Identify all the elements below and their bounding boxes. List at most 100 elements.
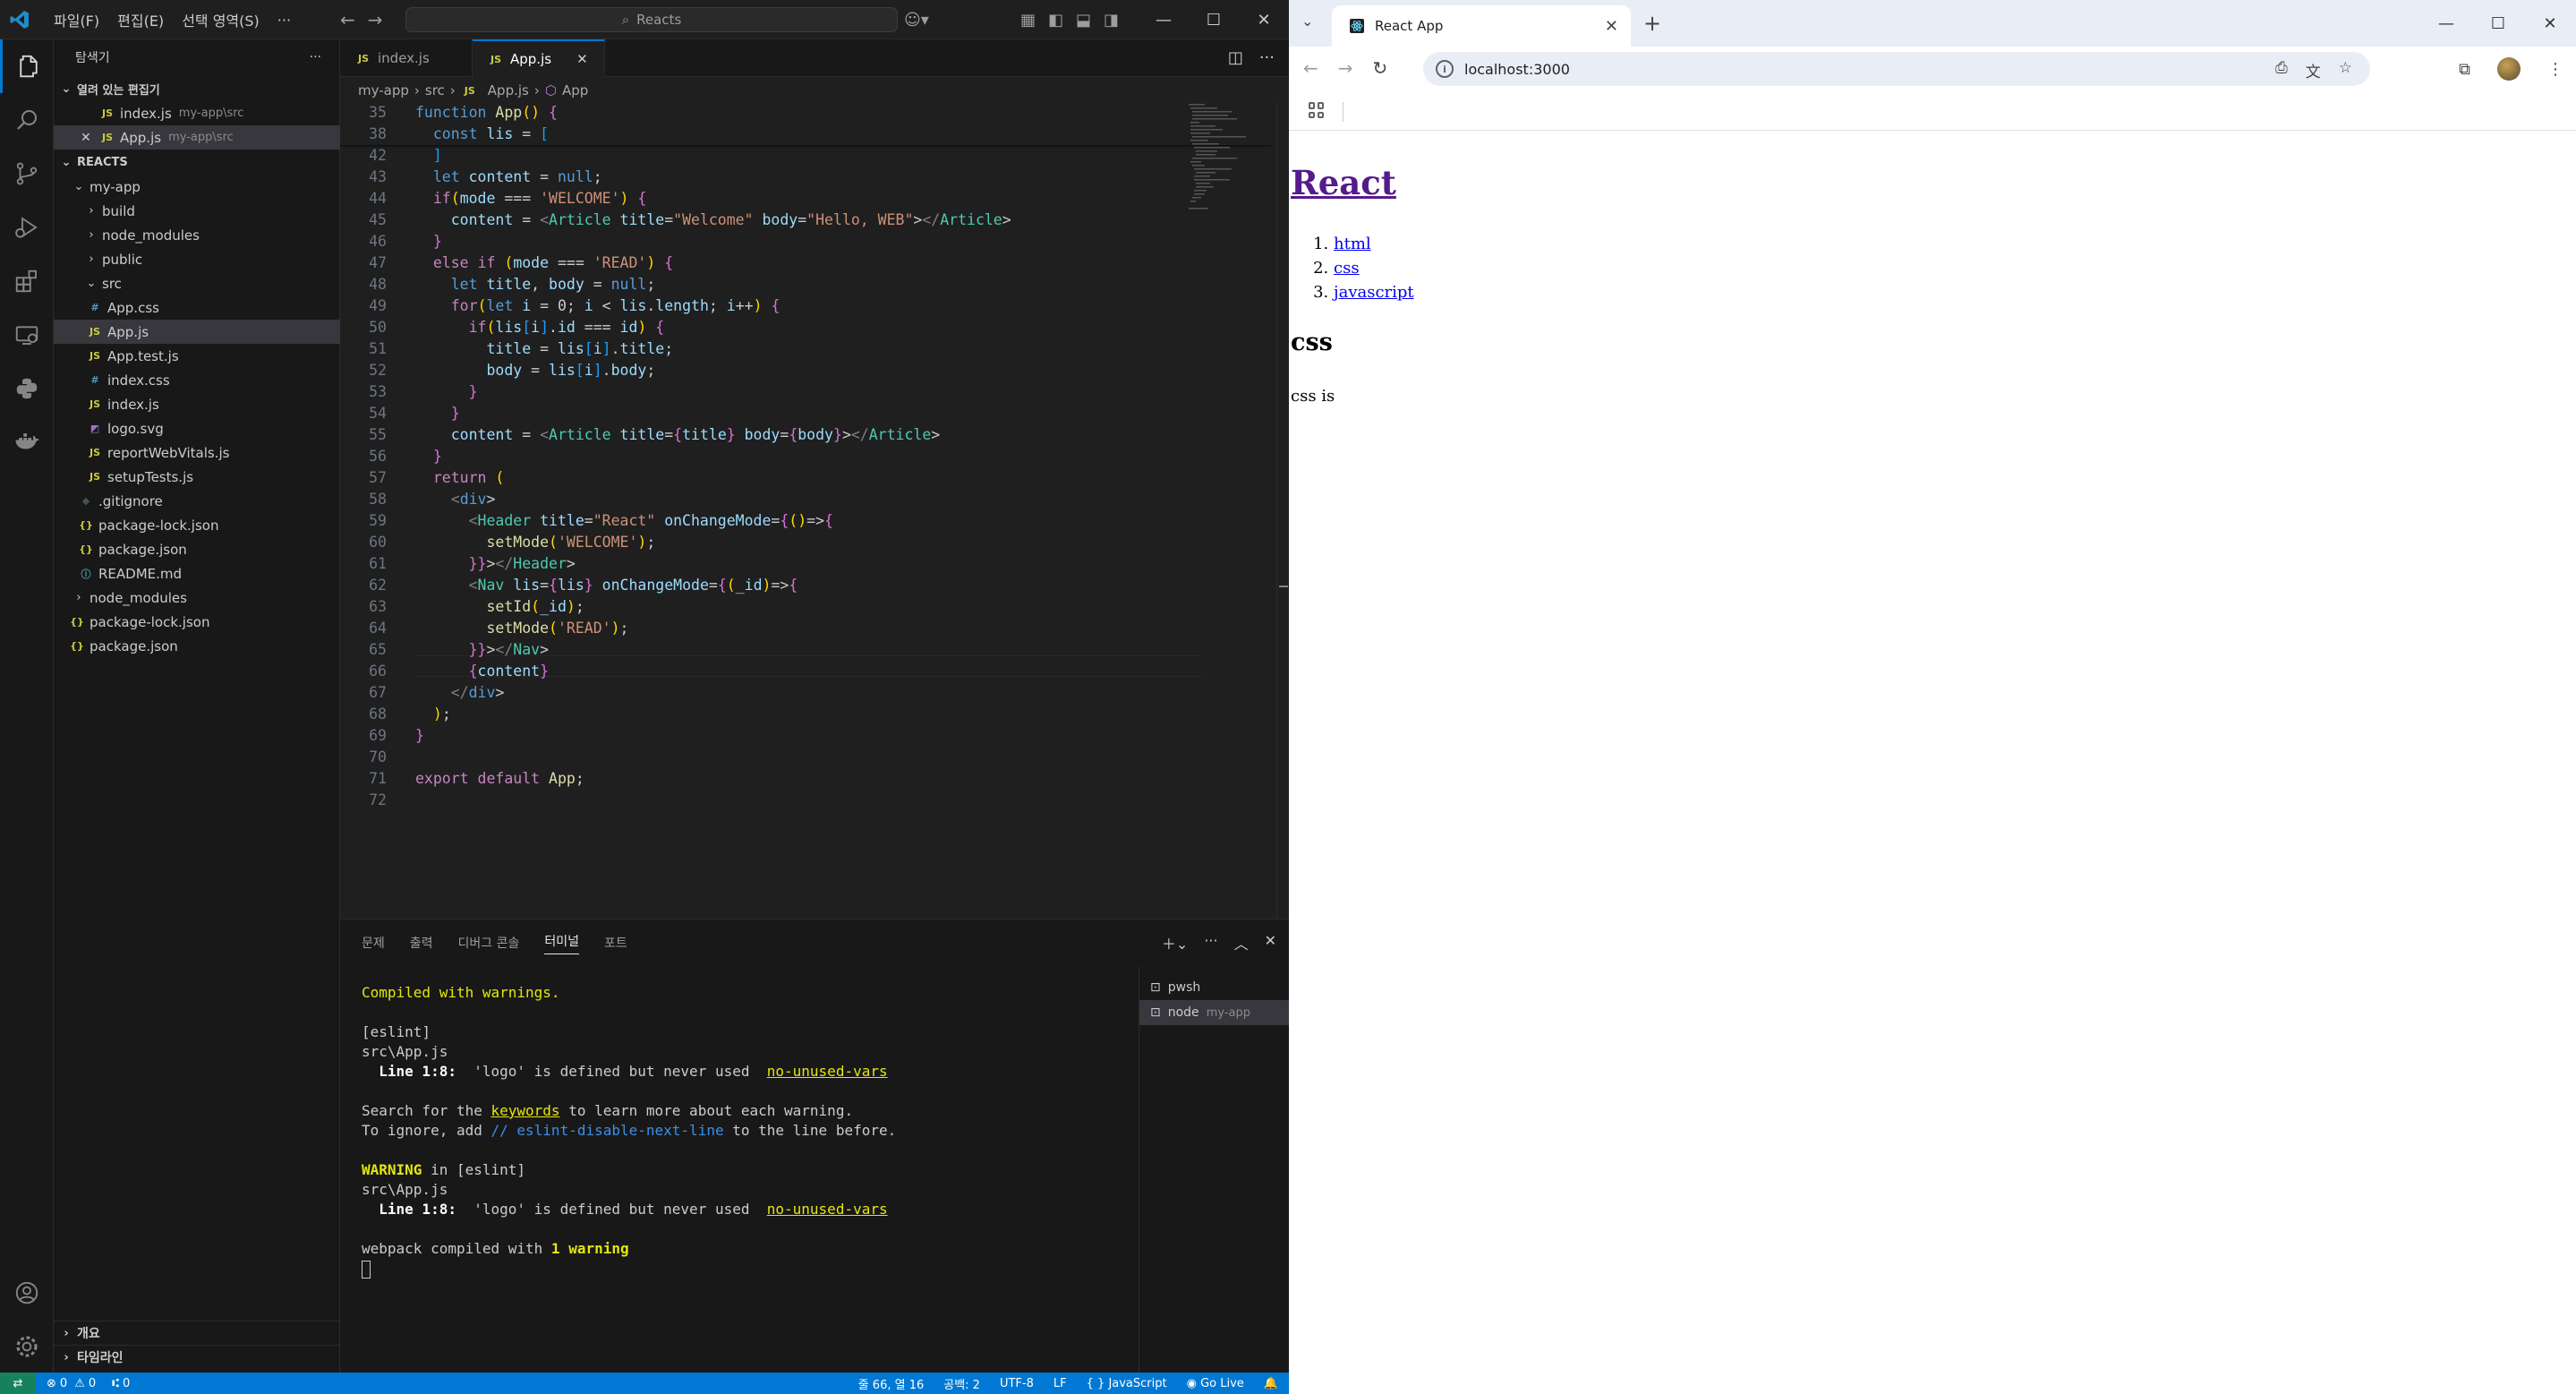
terminal-keywords-link[interactable]: keywords <box>491 1102 560 1119</box>
back-arrow-icon[interactable]: ← <box>340 9 355 30</box>
close-window-icon[interactable]: ✕ <box>1239 0 1289 39</box>
tree-folder[interactable]: › node_modules <box>54 223 340 247</box>
extensions-puzzle-icon[interactable]: ⧉ <box>2459 60 2470 79</box>
tree-file[interactable]: JS App.js <box>54 320 340 344</box>
open-editors-section[interactable]: ⌄ 열려 있는 편집기 <box>54 77 340 101</box>
manage-activity[interactable] <box>0 1320 54 1373</box>
code-editor[interactable]: 35 function App() {38 const lis = [42 ] 43… <box>340 102 1289 919</box>
tree-folder[interactable]: › public <box>54 247 340 271</box>
tree-folder[interactable]: › node_modules <box>54 586 340 610</box>
vertical-scrollbar[interactable] <box>1276 102 1289 919</box>
remote-explorer-activity[interactable] <box>0 308 54 362</box>
more-actions-icon[interactable]: ··· <box>1259 48 1275 67</box>
toggle-secondary-sidebar-icon[interactable]: ◨ <box>1104 11 1119 30</box>
close-window-icon[interactable]: ✕ <box>2524 0 2576 47</box>
heading-link[interactable]: React <box>1291 163 1396 202</box>
maximize-icon[interactable]: ☐ <box>2472 0 2524 47</box>
port-count[interactable]: 0 <box>123 1377 130 1390</box>
forward-arrow-icon[interactable]: → <box>368 9 383 30</box>
tree-file[interactable]: JS App.test.js <box>54 344 340 368</box>
maximize-panel-icon[interactable]: ︿ <box>1234 932 1249 954</box>
warning-icon[interactable]: ⚠ <box>74 1377 85 1390</box>
back-arrow-icon[interactable]: ← <box>1303 57 1318 79</box>
ports-icon[interactable]: ⑆ <box>112 1377 119 1390</box>
topic-link[interactable]: html <box>1334 235 1371 253</box>
run-debug-activity[interactable] <box>0 201 54 254</box>
terminal-item[interactable]: ⊡ pwsh <box>1139 975 1289 1000</box>
install-app-icon[interactable]: ⎙ <box>2275 59 2288 81</box>
cursor-position[interactable]: 줄 66, 열 16 <box>858 1375 925 1392</box>
terminal-item[interactable]: ⊡ node my-app <box>1139 1000 1289 1025</box>
translate-icon[interactable]: 文 <box>2306 59 2321 81</box>
tab-terminal[interactable]: 터미널 <box>544 932 580 954</box>
apps-grid-icon[interactable] <box>1309 102 1325 118</box>
minimize-icon[interactable]: — <box>1139 0 1189 39</box>
error-count[interactable]: 0 <box>60 1377 67 1390</box>
tree-file[interactable]: {} package.json <box>54 634 340 658</box>
tab-debug-console[interactable]: 디버그 콘솔 <box>458 934 520 952</box>
open-editor-item[interactable]: ✕ JS App.js my-app\src <box>54 125 340 150</box>
profile-avatar[interactable] <box>2497 57 2521 81</box>
copilot-icon[interactable]: ☺▾ <box>904 11 929 30</box>
warning-count[interactable]: 0 <box>89 1377 96 1390</box>
tree-file[interactable]: {} package-lock.json <box>54 513 340 537</box>
new-tab-icon[interactable]: + <box>1643 11 1661 36</box>
tree-file[interactable]: JS index.js <box>54 392 340 416</box>
workspace-section[interactable]: ⌄ REACTS <box>54 150 340 175</box>
language-mode[interactable]: { } JavaScript <box>1087 1377 1167 1390</box>
breadcrumb-item[interactable]: my-app <box>358 82 409 98</box>
reload-icon[interactable]: ↻ <box>1373 57 1388 79</box>
address-bar[interactable]: i localhost:3000 ⎙ 文 ☆ <box>1423 52 2370 86</box>
outline-section[interactable]: › 개요 <box>54 1321 340 1345</box>
tree-folder[interactable]: ⌄ my-app <box>54 175 340 199</box>
terminal-rule-link[interactable]: no-unused-vars <box>767 1063 888 1080</box>
terminal-rule-link[interactable]: no-unused-vars <box>767 1201 888 1218</box>
remote-indicator[interactable]: ⇄ <box>0 1373 36 1394</box>
browser-tab[interactable]: React App ✕ <box>1332 5 1631 47</box>
breadcrumb-item[interactable]: src <box>425 82 445 98</box>
tree-file[interactable]: {} package.json <box>54 537 340 561</box>
tree-file[interactable]: # index.css <box>54 368 340 392</box>
end-of-line[interactable]: LF <box>1053 1377 1067 1390</box>
kebab-menu-icon[interactable]: ⋮ <box>2547 60 2563 79</box>
open-editor-item[interactable]: JS index.js my-app\src <box>54 101 340 125</box>
menu-selection[interactable]: 선택 영역(S) <box>173 9 269 30</box>
tree-file[interactable]: ◆ .gitignore <box>54 489 340 513</box>
maximize-icon[interactable]: ☐ <box>1189 0 1239 39</box>
tab-problems[interactable]: 문제 <box>362 934 385 952</box>
breadcrumb-item[interactable]: App <box>562 82 588 98</box>
more-actions-icon[interactable]: ··· <box>1204 932 1217 954</box>
timeline-section[interactable]: › 타임라인 <box>54 1345 340 1369</box>
topic-link[interactable]: javascript <box>1334 283 1414 302</box>
notifications-icon[interactable]: 🔔 <box>1264 1377 1278 1390</box>
accounts-activity[interactable] <box>0 1266 54 1320</box>
toggle-sidebar-icon[interactable]: ◧ <box>1048 11 1063 30</box>
menu-edit[interactable]: 편집(E) <box>108 9 173 30</box>
minimize-icon[interactable]: — <box>2420 0 2472 47</box>
close-icon[interactable]: ✕ <box>81 131 98 145</box>
tab-app-js[interactable]: JS App.js ✕ <box>473 39 605 77</box>
go-live[interactable]: ◉ Go Live <box>1187 1377 1244 1390</box>
encoding[interactable]: UTF-8 <box>1000 1377 1034 1390</box>
tree-file[interactable]: JS reportWebVitals.js <box>54 440 340 465</box>
tree-file[interactable]: # App.css <box>54 295 340 320</box>
explorer-activity[interactable] <box>0 39 54 93</box>
tree-file[interactable]: {} package-lock.json <box>54 610 340 634</box>
tree-file[interactable]: JS setupTests.js <box>54 465 340 489</box>
errors-icon[interactable]: ⊗ <box>47 1377 56 1390</box>
tree-folder[interactable]: ⌄ src <box>54 271 340 295</box>
topic-link[interactable]: css <box>1334 259 1360 278</box>
new-terminal-icon[interactable]: ＋⌄ <box>1162 932 1188 954</box>
bookmark-star-icon[interactable]: ☆ <box>2339 59 2352 81</box>
customize-layout-icon[interactable]: ▦ <box>1020 11 1036 30</box>
site-info-icon[interactable]: i <box>1436 60 1454 78</box>
tree-folder[interactable]: › build <box>54 199 340 223</box>
split-editor-icon[interactable]: ◫ <box>1228 48 1243 67</box>
tree-file[interactable]: ◩ logo.svg <box>54 416 340 440</box>
source-control-activity[interactable] <box>0 147 54 201</box>
minimap[interactable] <box>1187 102 1267 245</box>
tree-file[interactable]: ⓘ README.md <box>54 561 340 586</box>
tab-output[interactable]: 출력 <box>410 934 433 952</box>
extensions-activity[interactable] <box>0 254 54 308</box>
menu-file[interactable]: 파일(F) <box>45 9 108 30</box>
